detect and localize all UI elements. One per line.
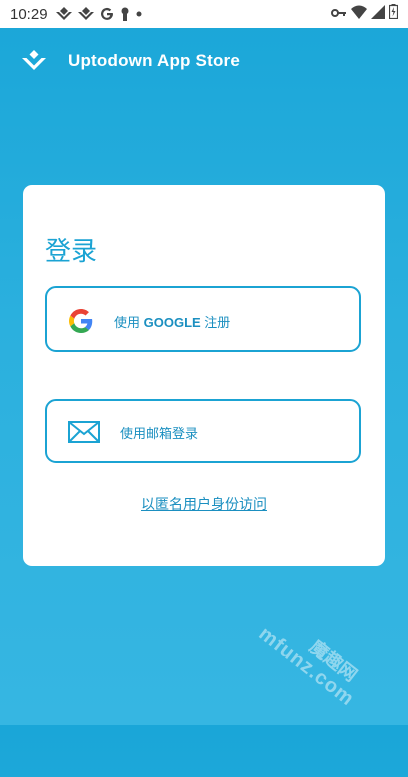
uptodown-logo-icon <box>22 50 46 70</box>
battery-icon <box>388 4 399 24</box>
google-button-label: 使用 GOOGLE 注册 <box>114 312 230 331</box>
mail-icon <box>68 421 100 443</box>
anonymous-access-link[interactable]: 以匿名用户身份访问 <box>23 494 385 514</box>
dot-icon <box>136 11 142 17</box>
watermark: 魔趣网 mfunz.com <box>210 610 380 777</box>
uptodown-logo-icon <box>55 7 72 21</box>
google-label-suffix: 注册 <box>200 315 231 330</box>
google-signup-button[interactable]: 使用 GOOGLE 注册 <box>45 286 361 352</box>
key-icon <box>331 5 347 23</box>
status-bar: 10:29 <box>0 0 408 28</box>
email-login-button[interactable]: 使用邮箱登录 <box>45 399 361 463</box>
system-icons <box>331 4 399 24</box>
google-icon <box>69 309 93 333</box>
keyhole-icon <box>120 7 130 21</box>
app-header: Uptodown App Store <box>0 28 408 98</box>
google-icon <box>100 7 114 21</box>
login-title: 登录 <box>45 236 98 266</box>
notification-icons <box>55 7 142 21</box>
google-label-brand: GOOGLE <box>143 315 201 330</box>
signal-icon <box>371 4 385 24</box>
email-button-label: 使用邮箱登录 <box>120 426 199 441</box>
status-time: 10:29 <box>10 5 48 23</box>
app-title: Uptodown App Store <box>68 51 240 70</box>
uptodown-logo-icon <box>77 7 94 21</box>
google-label-prefix: 使用 <box>114 315 144 330</box>
wifi-icon <box>351 5 367 24</box>
login-card: 登录 使用 GOOGLE 注册 使用邮箱登录 以匿名用户身份访问 <box>23 185 385 566</box>
